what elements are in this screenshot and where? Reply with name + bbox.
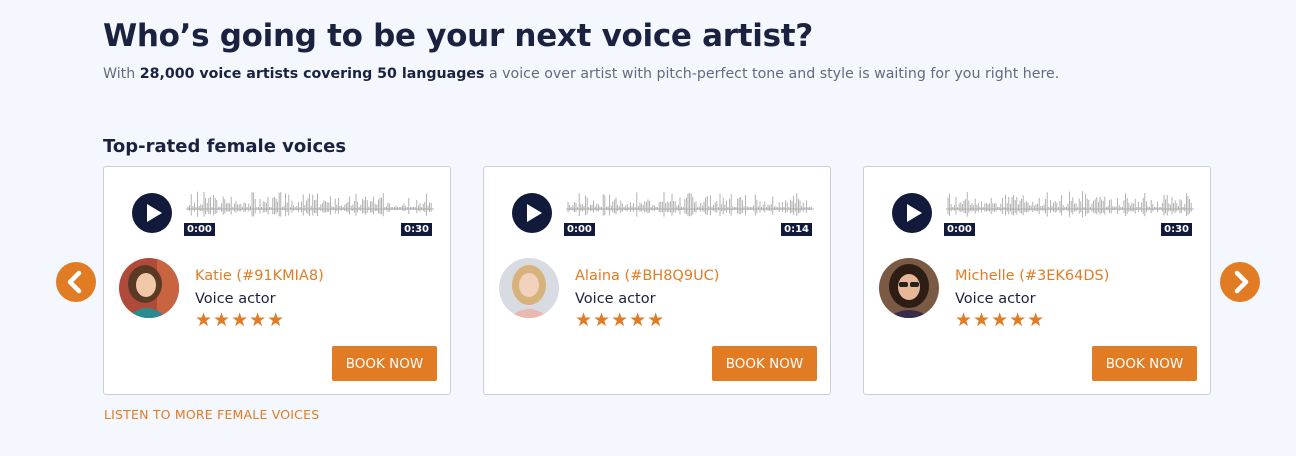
artist-name[interactable]: Michelle (#3EK64DS) (955, 268, 1109, 284)
time-end: 0:14 (781, 223, 812, 236)
carousel-next-button[interactable] (1220, 262, 1260, 302)
book-now-button[interactable]: BOOK NOW (712, 346, 817, 381)
artist-role: Voice actor (955, 291, 1036, 307)
artist-role: Voice actor (575, 291, 656, 307)
time-end: 0:30 (401, 223, 432, 236)
star-rating: ★★★★★ (955, 309, 1046, 331)
avatar (119, 258, 179, 318)
time-start: 0:00 (564, 223, 595, 236)
subtitle-prefix: With (103, 66, 140, 82)
avatar (879, 258, 939, 318)
artist-name[interactable]: Alaina (#BH8Q9UC) (575, 268, 719, 284)
play-button[interactable] (892, 193, 932, 233)
time-start: 0:00 (184, 223, 215, 236)
page-title: Who’s going to be your next voice artist… (103, 18, 813, 54)
time-end: 0:30 (1161, 223, 1192, 236)
artist-role: Voice actor (195, 291, 276, 307)
voice-card: 0:00 0:30 Katie (#91KMIA8) Voice actor ★… (103, 166, 451, 395)
play-button[interactable] (132, 193, 172, 233)
book-now-button[interactable]: BOOK NOW (332, 346, 437, 381)
audio-waveform[interactable] (186, 185, 434, 225)
chevron-left-icon (67, 270, 82, 294)
carousel-prev-button[interactable] (56, 262, 96, 302)
audio-waveform[interactable] (566, 185, 814, 225)
voice-card: 0:00 0:30 Michelle (#3EK64DS) Voice acto… (863, 166, 1211, 395)
book-now-button[interactable]: BOOK NOW (1092, 346, 1197, 381)
avatar (499, 258, 559, 318)
chevron-right-icon (1234, 270, 1249, 294)
time-start: 0:00 (944, 223, 975, 236)
subtitle-suffix: a voice over artist with pitch-perfect t… (484, 66, 1060, 82)
more-voices-link[interactable]: LISTEN TO MORE FEMALE VOICES (104, 407, 319, 422)
star-rating: ★★★★★ (575, 309, 666, 331)
artist-name[interactable]: Katie (#91KMIA8) (195, 268, 324, 284)
voice-card: 0:00 0:14 Alaina (#BH8Q9UC) Voice actor … (483, 166, 831, 395)
play-button[interactable] (512, 193, 552, 233)
audio-waveform[interactable] (946, 185, 1194, 225)
star-rating: ★★★★★ (195, 309, 286, 331)
subtitle-highlight: 28,000 voice artists covering 50 languag… (139, 66, 485, 82)
section-title: Top-rated female voices (103, 136, 347, 157)
page-subtitle: With 28,000 voice artists covering 50 la… (103, 66, 1059, 82)
